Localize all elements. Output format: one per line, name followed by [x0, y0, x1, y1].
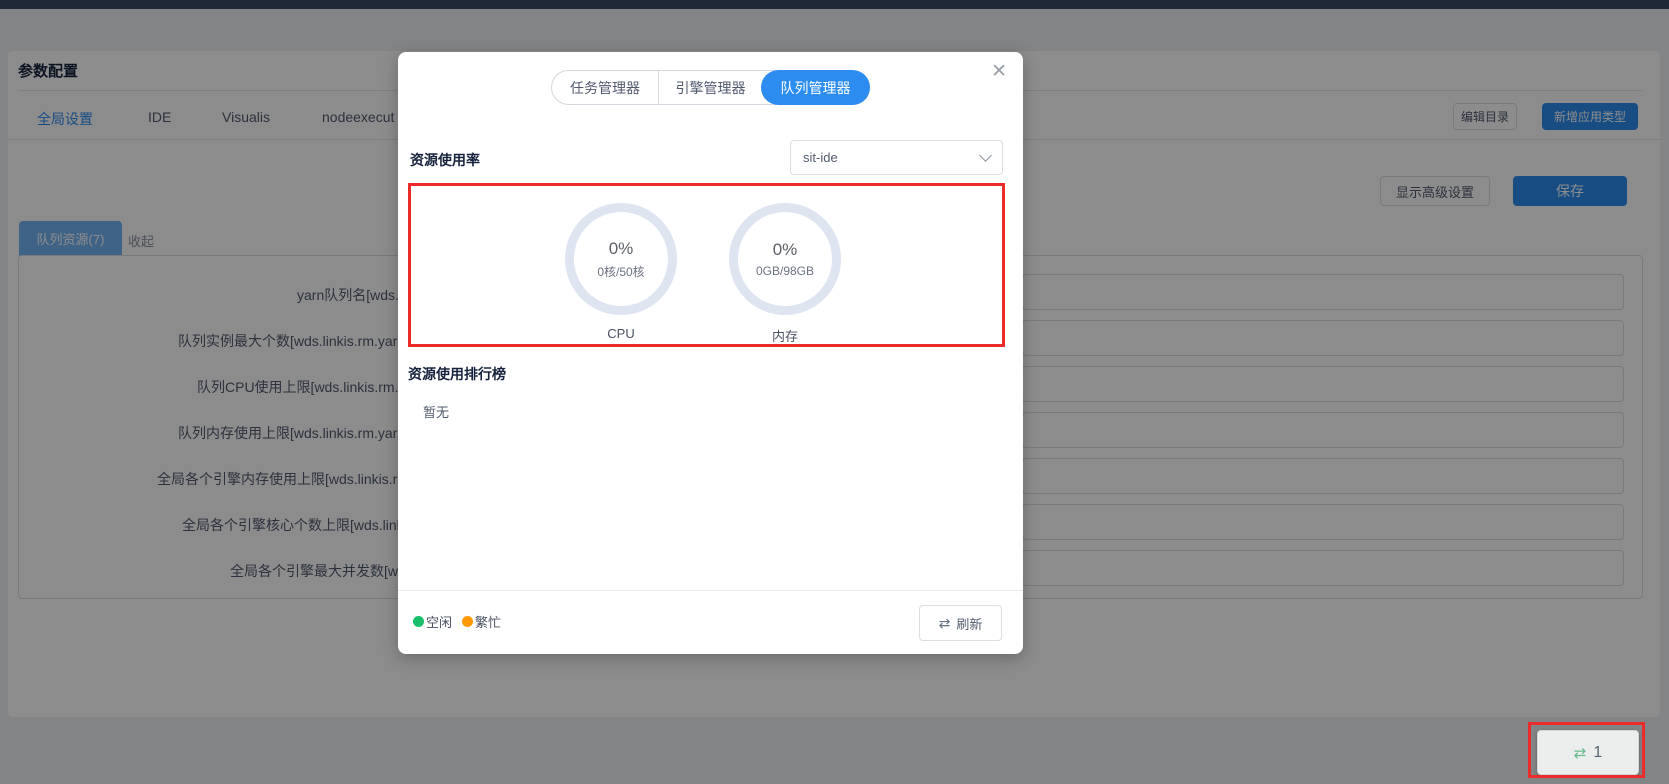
- cpu-detail: 0核/50核: [597, 263, 644, 280]
- refresh-label: 刷新: [956, 614, 982, 633]
- pagination-button[interactable]: ⇄ 1: [1537, 730, 1639, 775]
- tab-engine-manager[interactable]: 引擎管理器: [658, 71, 762, 104]
- cpu-gauge-label: CPU: [565, 326, 677, 341]
- swap-arrows-icon: ⇄: [1574, 744, 1587, 762]
- refresh-button[interactable]: ⇄ 刷新: [919, 605, 1002, 641]
- chevron-down-icon: [979, 149, 992, 162]
- refresh-icon: ⇄: [939, 615, 951, 632]
- idle-dot-icon: [413, 616, 424, 627]
- busy-dot-icon: [462, 616, 473, 627]
- status-legend: 空闲 繁忙: [413, 612, 501, 631]
- page-number: 1: [1593, 744, 1602, 762]
- modal-tab-group: 任务管理器 引擎管理器 队列管理器: [551, 70, 870, 105]
- ranking-empty-text: 暂无: [423, 402, 449, 421]
- busy-label: 繁忙: [475, 612, 501, 631]
- cpu-gauge: 0% 0核/50核: [565, 203, 677, 315]
- memory-percent: 0%: [773, 240, 798, 260]
- tab-task-manager[interactable]: 任务管理器: [552, 71, 658, 104]
- idle-label: 空闲: [426, 612, 452, 631]
- footer-divider: [398, 590, 1023, 591]
- tab-queue-manager[interactable]: 队列管理器: [761, 70, 870, 105]
- ranking-label: 资源使用排行榜: [408, 364, 506, 384]
- queue-manager-modal: ✕ 任务管理器 引擎管理器 队列管理器 资源使用率 sit-ide 0% 0核/…: [398, 52, 1023, 654]
- memory-gauge: 0% 0GB/98GB: [729, 203, 841, 315]
- queue-select-value: sit-ide: [803, 150, 838, 165]
- memory-detail: 0GB/98GB: [756, 264, 814, 278]
- memory-gauge-label: 内存: [729, 326, 841, 345]
- close-icon[interactable]: ✕: [991, 62, 1007, 81]
- cpu-percent: 0%: [609, 239, 634, 259]
- resource-usage-label: 资源使用率: [410, 150, 480, 170]
- queue-select[interactable]: sit-ide: [790, 140, 1003, 175]
